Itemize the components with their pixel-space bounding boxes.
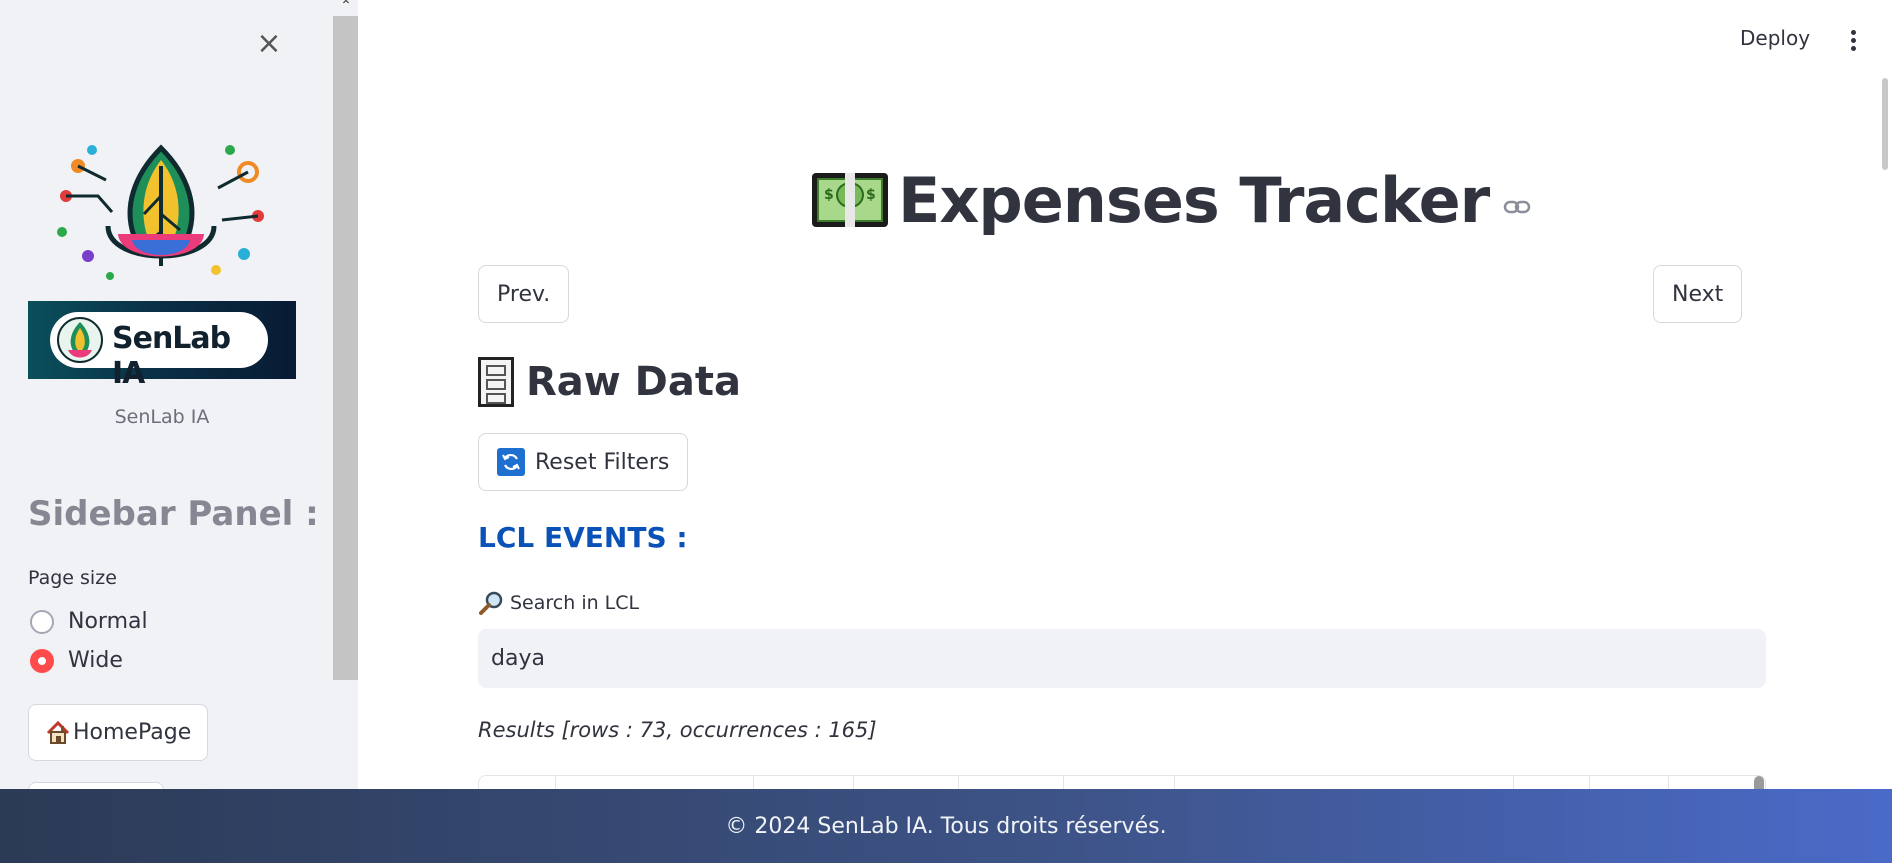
main-scroll-thumb[interactable] (1882, 78, 1888, 170)
sidebar: × SenLab IA SenLab IA Sidebar Panel: Pa… (0, 0, 333, 863)
reset-filters-label: Reset Filters (535, 449, 670, 475)
close-icon[interactable]: × (254, 29, 284, 60)
house-icon (46, 720, 70, 744)
footer-text: © 2024 SenLab IA. Tous droits réservés. (725, 813, 1167, 839)
kebab-menu-icon[interactable] (1844, 28, 1864, 54)
sidebar-scrollbar[interactable]: ⌃ (333, 0, 358, 863)
lcl-events-heading: LCL EVENTS : (478, 521, 688, 554)
page-size-label: Page size (28, 567, 117, 589)
senlab-tree-logo (57, 144, 264, 280)
homepage-button-label: HomePage (73, 720, 192, 745)
results-summary: Results [rows : 73, occurrences : 165] (478, 718, 877, 742)
money-bill-icon: $ $ (812, 173, 888, 227)
search-label: Search in LCL (478, 590, 639, 616)
app-root: × SenLab IA SenLab IA Sidebar Panel: Pa… (0, 0, 1892, 863)
next-button[interactable]: Next (1653, 265, 1743, 323)
next-button-label: Next (1672, 281, 1724, 307)
page-title: $ $ Expenses Tracker (812, 160, 1531, 240)
raw-data-heading-text: Raw Data (526, 359, 741, 405)
radio-label-wide: Wide (68, 648, 123, 673)
senlab-tree-icon (57, 317, 103, 363)
homepage-button[interactable]: HomePage (28, 704, 209, 761)
file-cabinet-icon (478, 357, 514, 407)
radio-normal[interactable]: Normal (30, 609, 148, 634)
page-title-text: Expenses Tracker (898, 163, 1490, 237)
senlab-banner-pill: SenLab IA (50, 312, 268, 391)
senlab-banner-text: SenLab IA (112, 321, 231, 391)
sidebar-header: Sidebar Panel : (28, 494, 319, 534)
search-label-text: Search in LCL (510, 592, 640, 614)
senlab-banner: SenLab IA (28, 301, 296, 391)
magnifier-icon (479, 591, 503, 615)
deploy-button[interactable]: Deploy (1740, 26, 1810, 50)
refresh-icon (497, 448, 525, 476)
prev-button[interactable]: Prev. (478, 265, 570, 323)
prev-button-label: Prev. (497, 281, 551, 307)
radio-label-normal: Normal (68, 609, 148, 634)
sidebar-scroll-thumb[interactable] (333, 16, 358, 680)
reset-filters-button[interactable]: Reset Filters (478, 433, 689, 491)
radio-wide[interactable]: Wide (30, 648, 123, 673)
radio-circle-wide[interactable] (30, 648, 54, 673)
footer: © 2024 SenLab IA. Tous droits réservés. (0, 789, 1892, 863)
radio-circle-normal[interactable] (30, 609, 54, 634)
raw-data-heading: Raw Data (478, 357, 741, 407)
logo-caption: SenLab IA (114, 406, 210, 428)
search-input[interactable] (478, 629, 1766, 688)
scroll-up-icon[interactable]: ⌃ (338, 0, 354, 14)
link-icon[interactable] (1503, 197, 1531, 217)
